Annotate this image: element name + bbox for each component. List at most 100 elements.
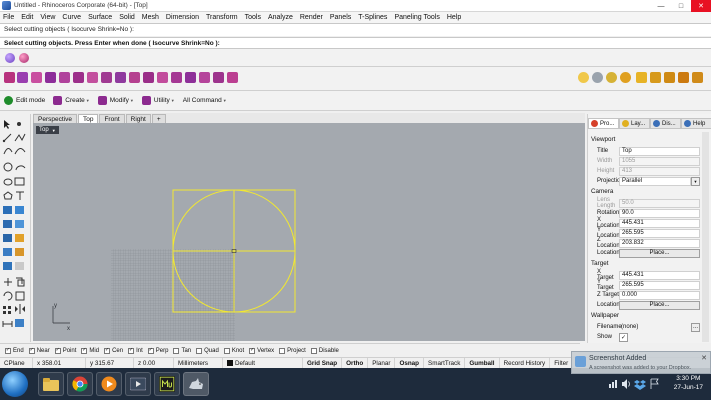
layer-indicator[interactable]: Default <box>223 357 303 369</box>
maxwell-render-icon[interactable] <box>664 72 675 83</box>
show-checkbox[interactable]: ✓ <box>619 332 628 342</box>
x-target-field[interactable]: 445.431 <box>619 270 700 280</box>
menu-render[interactable]: Render <box>300 14 323 21</box>
curve-icon[interactable] <box>3 148 13 155</box>
add-viewport-tab[interactable]: + <box>151 114 166 123</box>
volume-icon[interactable] <box>622 379 630 389</box>
taskbar-muse[interactable] <box>154 372 180 396</box>
trim-icon[interactable] <box>15 262 24 270</box>
menu-surface[interactable]: Surface <box>88 14 112 21</box>
sun-icon[interactable] <box>578 72 589 83</box>
surface-tool-icon[interactable] <box>101 72 112 83</box>
taskbar-rhino[interactable] <box>183 372 209 396</box>
start-button[interactable] <box>2 371 28 397</box>
menu-edit[interactable]: Edit <box>21 14 33 21</box>
split-icon[interactable] <box>3 262 12 270</box>
circle-icon[interactable] <box>3 162 13 172</box>
menu-paneling-tools[interactable]: Paneling Tools <box>394 14 439 21</box>
command-prompt[interactable]: Select cutting objects. Press Enter when… <box>0 37 711 49</box>
polygon-icon[interactable] <box>3 191 13 200</box>
point-icon[interactable] <box>17 122 21 126</box>
mesh-icon[interactable] <box>3 234 12 242</box>
surface-tool-icon[interactable] <box>17 72 28 83</box>
surface-tool-icon[interactable] <box>213 72 224 83</box>
modify-button[interactable]: Modify ▼ <box>97 96 134 105</box>
menu-dimension[interactable]: Dimension <box>166 14 199 21</box>
maxwell-settings-icon[interactable] <box>650 72 661 83</box>
rotate-icon[interactable] <box>3 291 13 301</box>
screenshot-added-notification[interactable]: Screenshot Added A screenshot was added … <box>571 351 711 374</box>
viewport-canvas[interactable]: y x <box>33 123 585 341</box>
filename-field[interactable]: (none) <box>619 323 691 332</box>
extrude-icon[interactable] <box>15 206 24 214</box>
text-icon[interactable] <box>16 191 24 200</box>
tab-display[interactable]: Dis... <box>650 118 681 129</box>
y-location-field[interactable]: 265.595 <box>619 228 700 238</box>
osnap-knot-checkbox[interactable] <box>223 347 230 354</box>
maxwell-icon[interactable] <box>636 72 647 83</box>
surface-tool-icon[interactable] <box>185 72 196 83</box>
sphere-options-icon[interactable] <box>19 53 29 63</box>
render-sphere-icon[interactable] <box>606 72 617 83</box>
polyline-icon[interactable] <box>14 133 26 142</box>
sphere-icon[interactable] <box>15 220 24 228</box>
close-button[interactable]: ✕ <box>691 0 711 12</box>
surface-tool-icon[interactable] <box>4 72 15 83</box>
surface-tool-icon[interactable] <box>157 72 168 83</box>
osnap-disable[interactable]: Disable <box>310 347 339 354</box>
record-history-toggle[interactable]: Record History <box>500 357 551 369</box>
tab-top[interactable]: Top <box>77 114 99 123</box>
osnap-end[interactable]: ✓ End <box>5 347 24 354</box>
utility-button[interactable]: Utility ▼ <box>141 96 175 105</box>
menu-t-splines[interactable]: T-Splines <box>358 14 387 21</box>
projection-select[interactable]: Parallel <box>619 176 691 186</box>
osnap-vertex-checkbox[interactable]: ✓ <box>249 347 256 354</box>
system-clock[interactable]: 3:30 PM 27-Jun-17 <box>674 374 703 392</box>
panel-scrollbar[interactable] <box>702 132 709 342</box>
smarttrack-toggle[interactable]: SmartTrack <box>424 357 466 369</box>
planar-toggle[interactable]: Planar <box>368 357 396 369</box>
osnap-vertex[interactable]: ✓ Vertex <box>249 347 274 354</box>
gumball-toggle[interactable]: Gumball <box>465 357 500 369</box>
osnap-point-checkbox[interactable]: ✓ <box>54 347 61 354</box>
surface-tool-icon[interactable] <box>31 72 42 83</box>
surface-tool-icon[interactable] <box>59 72 70 83</box>
line-icon[interactable] <box>2 133 12 143</box>
osnap-tan[interactable]: Tan <box>173 347 191 354</box>
surface-tool-icon[interactable] <box>129 72 140 83</box>
arc-icon[interactable] <box>15 165 26 171</box>
surface-tool-icon[interactable] <box>115 72 126 83</box>
osnap-point[interactable]: ✓ Point <box>54 347 76 354</box>
flag-icon[interactable] <box>650 378 659 389</box>
osnap-tan-checkbox[interactable] <box>173 347 180 354</box>
osnap-perp-checkbox[interactable]: ✓ <box>147 347 154 354</box>
array-icon[interactable] <box>3 306 11 314</box>
move-icon[interactable] <box>4 278 12 286</box>
scale-icon[interactable] <box>15 291 25 301</box>
osnap-project-checkbox[interactable] <box>279 347 286 354</box>
menu-panels[interactable]: Panels <box>330 14 351 21</box>
osnap-cen-checkbox[interactable]: ✓ <box>104 347 111 354</box>
layout-icon[interactable] <box>15 319 24 327</box>
tab-front[interactable]: Front <box>99 114 125 123</box>
tab-layers[interactable]: Lay... <box>619 118 650 129</box>
fillet-icon[interactable] <box>3 248 12 256</box>
menu-view[interactable]: View <box>40 14 55 21</box>
surface-tool-icon[interactable] <box>143 72 154 83</box>
top-viewport[interactable]: y x Top ▼ <box>33 123 585 341</box>
tab-right[interactable]: Right <box>125 114 151 123</box>
osnap-int-checkbox[interactable]: ✓ <box>128 347 135 354</box>
maxwell-studio-icon[interactable] <box>692 72 703 83</box>
chamfer-icon[interactable] <box>15 248 24 256</box>
edit-mode-button[interactable]: Edit mode <box>4 96 45 105</box>
notification-close-button[interactable]: ✕ <box>701 354 707 362</box>
menu-solid[interactable]: Solid <box>119 14 135 21</box>
z-location-field[interactable]: 203.832 <box>619 238 700 248</box>
tab-help[interactable]: Help <box>681 118 711 129</box>
filter-toggle[interactable]: Filter <box>550 357 574 369</box>
network-icon[interactable] <box>609 380 617 388</box>
light-icon[interactable] <box>592 72 603 83</box>
menu-help[interactable]: Help <box>447 14 461 21</box>
osnap-mid-checkbox[interactable]: ✓ <box>81 347 88 354</box>
osnap-knot[interactable]: Knot <box>223 347 244 354</box>
